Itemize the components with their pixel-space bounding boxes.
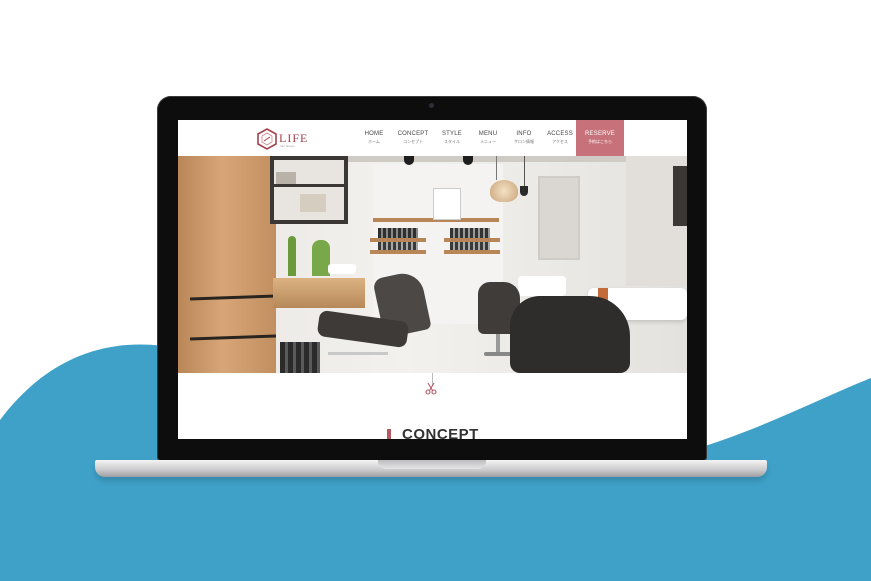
nav-sublabel: アクセス xyxy=(552,139,568,144)
nav-sublabel: スタイル xyxy=(444,139,460,144)
section-title: CONCEPT xyxy=(402,426,479,439)
nav-label: INFO xyxy=(516,131,532,137)
nav-sublabel: ホーム xyxy=(368,139,380,144)
laptop-screen: LIFE hair design HOME ホーム CONCEPT コンセプト … xyxy=(178,120,687,439)
nav-item-style[interactable]: STYLE スタイル xyxy=(434,120,470,156)
nav-item-menu[interactable]: MENU メニュー xyxy=(470,120,506,156)
main-nav: HOME ホーム CONCEPT コンセプト STYLE スタイル MENU メ… xyxy=(356,120,624,156)
section-heading: CONCEPT xyxy=(387,426,479,439)
reserve-label: RESERVE xyxy=(585,131,615,137)
nav-sublabel: コンセプト xyxy=(403,139,423,144)
logo-icon[interactable] xyxy=(256,128,278,150)
reserve-button[interactable]: RESERVE 予約はこちら xyxy=(576,120,624,156)
site-header: LIFE hair design HOME ホーム CONCEPT コンセプト … xyxy=(178,120,687,156)
heading-accent-bar xyxy=(387,429,391,439)
scissors-icon xyxy=(425,382,437,395)
nav-item-home[interactable]: HOME ホーム xyxy=(356,120,392,156)
nav-item-info[interactable]: INFO サロン情報 xyxy=(506,120,542,156)
nav-label: STYLE xyxy=(441,131,462,137)
nav-label: MENU xyxy=(478,131,498,137)
nav-sublabel: メニュー xyxy=(480,139,496,144)
nav-sublabel: サロン情報 xyxy=(514,139,534,144)
nav-label: ACCESS xyxy=(547,131,573,137)
laptop-notch xyxy=(378,460,486,469)
reserve-sublabel: 予約はこちら xyxy=(588,139,612,144)
hero-image xyxy=(178,156,687,373)
nav-item-concept[interactable]: CONCEPT コンセプト xyxy=(392,120,434,156)
nav-item-access[interactable]: ACCESS アクセス xyxy=(542,120,578,156)
logo-tagline: hair design xyxy=(280,144,295,148)
nav-label: CONCEPT xyxy=(397,131,429,137)
camera-icon xyxy=(429,103,434,108)
nav-label: HOME xyxy=(364,131,384,137)
